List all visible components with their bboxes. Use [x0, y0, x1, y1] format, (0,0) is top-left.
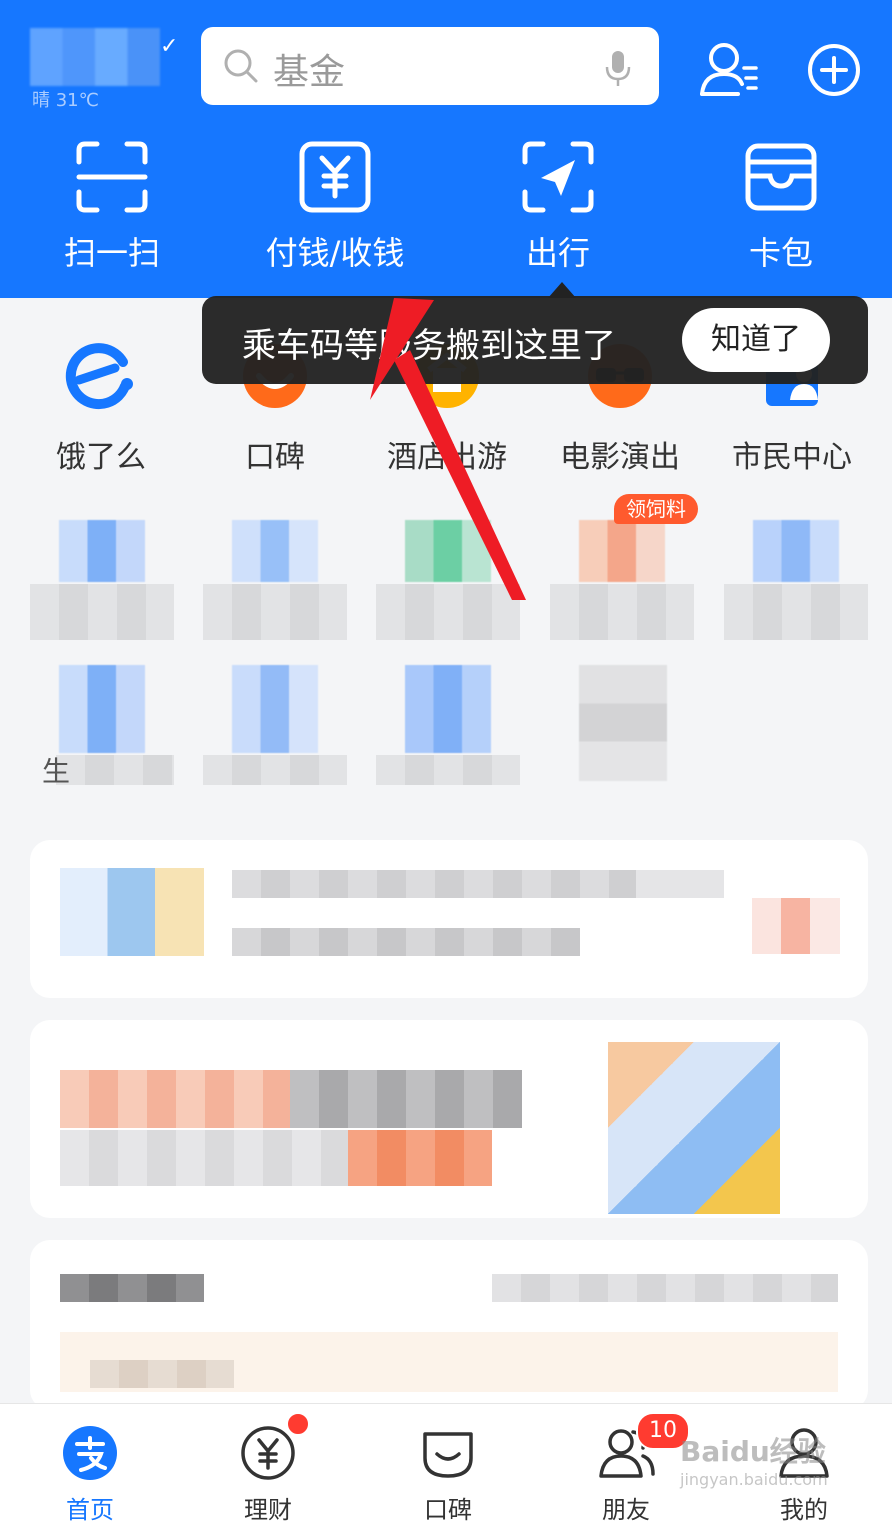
tab-label: 朋友	[602, 1496, 650, 1524]
pixelated-icon	[59, 520, 145, 582]
grid-item-pixelated[interactable]	[550, 520, 694, 640]
card-wallet-icon	[745, 143, 817, 211]
pixelated-banner-text	[90, 1360, 234, 1388]
baidu-watermark: Baidu经验 jingyan.baidu.com	[680, 1430, 860, 1520]
badge-feed: 领饲料	[614, 494, 698, 524]
search-box[interactable]: 基金	[201, 27, 659, 105]
got-it-button[interactable]: 知道了	[682, 308, 830, 372]
pixelated-icon	[579, 665, 667, 781]
red-arrow-annotation	[370, 298, 526, 600]
pixelated-title	[60, 1070, 290, 1128]
feed-card[interactable]	[30, 840, 868, 998]
service-label: 饿了么	[56, 440, 146, 475]
feed-card[interactable]	[30, 1020, 868, 1218]
watermark-brand: Baidu经验	[680, 1435, 826, 1468]
weather-text: 晴 31℃	[32, 90, 99, 111]
pixelated-tag	[752, 898, 840, 954]
grid-item-pixelated[interactable]	[30, 520, 174, 640]
city-selector[interactable]: ✓ 晴 31℃	[30, 28, 180, 111]
quick-action-label: 扫一扫	[63, 234, 160, 272]
service-label: 口碑	[245, 440, 305, 475]
service-label: 电影演出	[560, 440, 680, 475]
grid-item-pixelated[interactable]	[203, 665, 347, 785]
pixelated-label	[203, 584, 347, 640]
microphone-icon[interactable]	[603, 49, 633, 87]
pixelated-icon	[232, 665, 318, 753]
pixelated-label	[724, 584, 868, 640]
quick-action-label: 付钱/收钱	[265, 234, 405, 272]
pixelated-image	[608, 1042, 780, 1214]
pixelated-highlight	[348, 1130, 492, 1186]
pixelated-icon	[232, 520, 318, 582]
tab-label: 首页	[66, 1496, 114, 1524]
alipay-home-icon	[63, 1426, 117, 1480]
pixelated-title-2	[290, 1070, 522, 1128]
row3-first-char: 生	[42, 755, 71, 788]
feed-card[interactable]	[30, 1240, 868, 1410]
quick-action-label: 卡包	[748, 234, 813, 272]
watermark-url: jingyan.baidu.com	[680, 1470, 828, 1489]
koubei-tab-icon	[423, 1432, 473, 1478]
pixelated-icon	[753, 520, 839, 582]
header-bar: ✓ 晴 31℃ 基金 扫一扫 付钱/收钱 出行 卡包	[0, 0, 892, 298]
add-icon[interactable]	[806, 42, 862, 98]
pixelated-title	[60, 1274, 204, 1302]
pixelated-thumbnail	[60, 868, 204, 956]
check-icon: ✓	[160, 34, 179, 59]
pixelated-label	[30, 584, 174, 640]
city-name-pixelated	[30, 28, 160, 86]
service-label: 市民中心	[732, 440, 852, 475]
quick-action-travel[interactable]: 出行	[468, 140, 648, 274]
pixelated-title	[232, 870, 638, 898]
tab-label: 口碑	[424, 1496, 472, 1524]
tab-finance[interactable]: 理财	[198, 1424, 338, 1525]
pixelated-icon	[405, 665, 491, 753]
tab-koubei[interactable]: 口碑	[378, 1424, 518, 1525]
quick-action-label: 出行	[525, 234, 590, 272]
pixelated-label	[376, 755, 520, 785]
pixelated-meta	[636, 870, 724, 898]
search-icon	[224, 49, 258, 83]
tab-label: 理财	[244, 1496, 292, 1524]
pay-receive-icon	[299, 141, 371, 213]
pixelated-meta	[492, 1274, 838, 1302]
quick-action-pay[interactable]: 付钱/收钱	[245, 140, 425, 274]
pixelated-icon	[59, 665, 145, 753]
contacts-icon[interactable]	[698, 38, 760, 100]
quick-action-scan[interactable]: 扫一扫	[22, 140, 202, 274]
quick-action-card-wallet[interactable]: 卡包	[691, 140, 871, 274]
service-eleme[interactable]: 饿了么	[16, 340, 186, 476]
grid-item-pixelated[interactable]	[578, 665, 668, 781]
pixelated-subtitle	[60, 1130, 348, 1186]
finance-icon	[241, 1426, 295, 1480]
pixelated-subtitle	[232, 928, 580, 956]
grid-item-pixelated[interactable]	[376, 665, 520, 785]
tab-home[interactable]: 首页	[20, 1424, 160, 1525]
pixelated-label	[56, 755, 174, 785]
scan-icon	[76, 141, 148, 213]
pixelated-label	[550, 584, 694, 640]
travel-icon	[522, 141, 594, 213]
pixelated-label	[203, 755, 347, 785]
finance-red-dot	[286, 1412, 310, 1436]
grid-item-pixelated[interactable]	[203, 520, 347, 640]
search-placeholder: 基金	[273, 52, 346, 93]
grid-item-pixelated[interactable]	[724, 520, 868, 640]
pixelated-icon	[579, 520, 665, 582]
eleme-icon	[65, 343, 133, 410]
